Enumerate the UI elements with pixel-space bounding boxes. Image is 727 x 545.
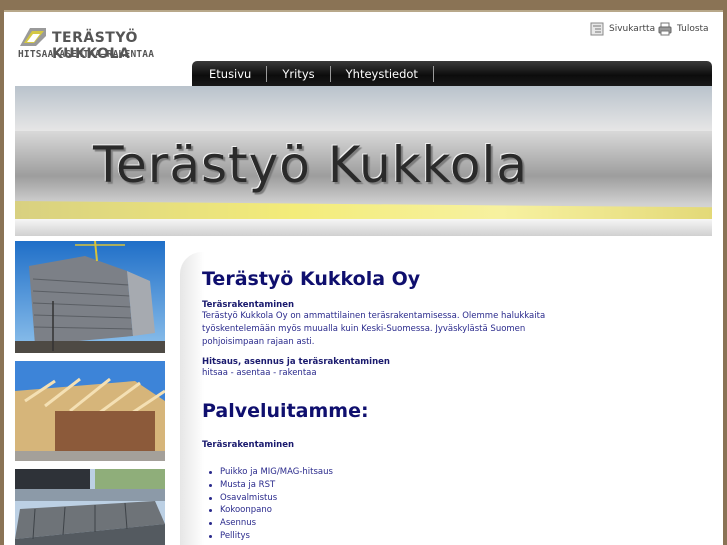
page-title: Terästyö Kukkola Oy: [202, 268, 421, 290]
services-list: Puikko ja MIG/MAG-hitsaus Musta ja RST O…: [202, 466, 547, 543]
main-navigation: Etusivu Yritys Yhteystiedot: [192, 61, 712, 87]
logo-tagline: HITSAA–ASENTAA–RAKENTAA: [18, 49, 155, 60]
photo-timber-frame: [15, 361, 165, 461]
services-subtitle: Teräsrakentaminen: [202, 440, 295, 450]
print-label: Tulosta: [677, 24, 709, 34]
list-item: Puikko ja MIG/MAG-hitsaus: [202, 466, 547, 479]
photo-steel-hall: [15, 469, 165, 545]
page: TERÄSTYÖ KUKKOLA HITSAA–ASENTAA–RAKENTAA…: [4, 10, 723, 545]
banner-sky: [15, 86, 712, 131]
banner-bottom-band: [15, 219, 712, 236]
list-item: Asennus: [202, 517, 547, 530]
intro-text: Terästyö Kukkola Oy on ammattilainen ter…: [202, 311, 546, 347]
nav-item-etusivu[interactable]: Etusivu: [194, 66, 268, 82]
print-link[interactable]: Tulosta: [658, 22, 709, 36]
banner-title: Terästyö Kukkola: [93, 136, 528, 194]
hero-banner: Terästyö Kukkola: [15, 86, 712, 236]
logo-emblem-icon: [20, 28, 46, 46]
list-item: Kokoonpano: [202, 504, 547, 517]
list-item: Osavalmistus: [202, 492, 547, 505]
nav-item-yhteystiedot[interactable]: Yhteystiedot: [331, 66, 434, 82]
sitemap-link[interactable]: Sivukartta: [590, 22, 655, 36]
list-item: Pellitys: [202, 530, 547, 543]
main-content: Terästyö Kukkola Oy Teräsrakentaminen Te…: [202, 268, 547, 543]
banner-stripe: [15, 201, 712, 219]
company-logo[interactable]: TERÄSTYÖ KUKKOLA HITSAA–ASENTAA–RAKENTAA: [18, 24, 188, 64]
print-icon: [658, 22, 672, 36]
sitemap-icon: [590, 22, 604, 36]
photo-steel-building: [15, 241, 165, 353]
second-text: hitsaa - asentaa - rakentaa: [202, 368, 317, 378]
intro-subtitle: Teräsrakentaminen: [202, 300, 295, 310]
nav-item-yritys[interactable]: Yritys: [267, 66, 331, 82]
second-subtitle: Hitsaus, asennus ja teräsrakentaminen: [202, 357, 390, 367]
sitemap-label: Sivukartta: [609, 24, 656, 34]
list-item: Musta ja RST: [202, 479, 547, 492]
services-heading: Palveluitamme:: [202, 400, 369, 422]
